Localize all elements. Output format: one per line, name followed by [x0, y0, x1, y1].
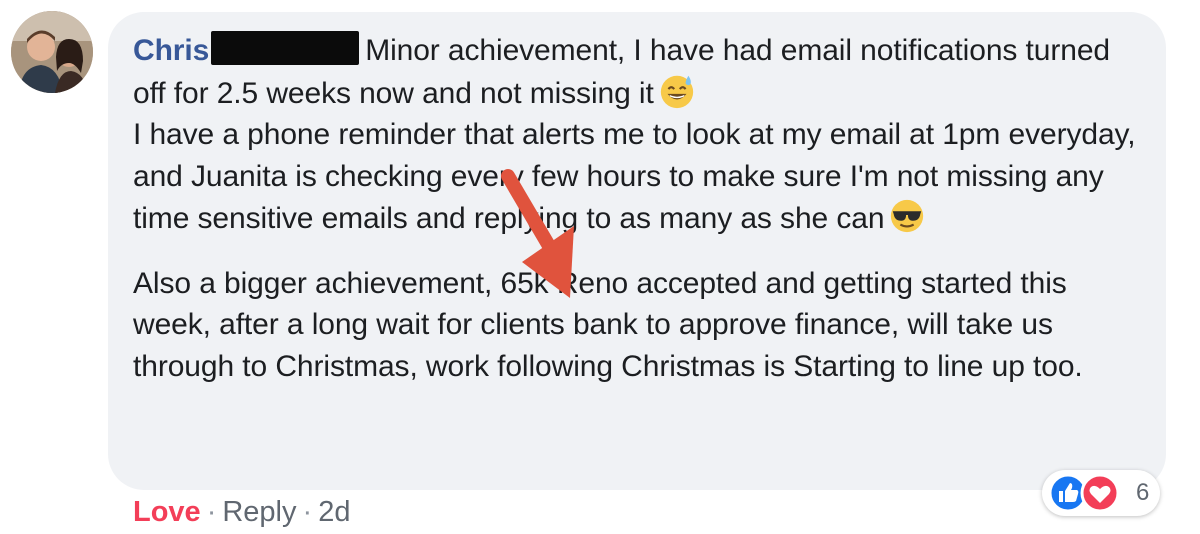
- comment-actions: Love · Reply · 2d: [133, 494, 350, 530]
- comment-paragraph: Also a bigger achievement, 65k Reno acce…: [133, 266, 1083, 383]
- reaction-icons: [1048, 473, 1120, 513]
- love-reaction-link[interactable]: Love: [133, 496, 201, 528]
- sunglasses-emoji-icon: [891, 199, 924, 233]
- separator-dot: ·: [206, 496, 217, 528]
- avatar[interactable]: [11, 11, 93, 93]
- love-icon: [1080, 473, 1120, 513]
- redaction-bar: [211, 31, 360, 65]
- separator-dot: ·: [302, 496, 313, 528]
- comment-paragraph: Chris Minor achievement, I have had email…: [133, 30, 1143, 240]
- reaction-count: 6: [1136, 479, 1150, 506]
- timestamp[interactable]: 2d: [318, 496, 350, 528]
- reactions-summary[interactable]: 6: [1042, 470, 1160, 516]
- avatar-photo: [11, 11, 93, 93]
- sweat-smile-emoji-icon: [660, 75, 693, 108]
- author-name[interactable]: Chris: [133, 34, 209, 67]
- comment-body: Chris Minor achievement, I have had email…: [133, 30, 1143, 387]
- comment-text-part: I have a phone reminder that alerts me t…: [133, 118, 1136, 235]
- reply-link[interactable]: Reply: [222, 496, 296, 528]
- annotation-arrow-icon: [501, 169, 574, 298]
